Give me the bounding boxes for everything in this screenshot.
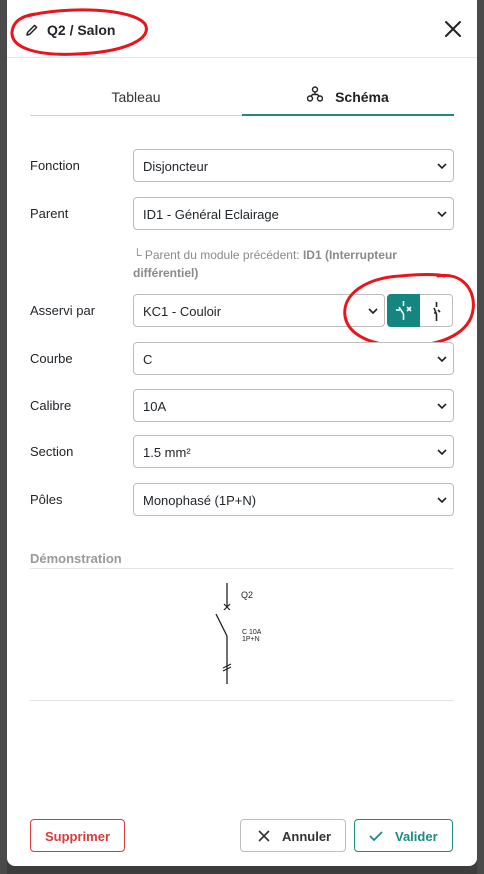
row-poles: Pôles Monophasé (1P+N): [30, 483, 454, 517]
hierarchy-icon: [307, 78, 324, 116]
modal-title: Q2 / Salon: [47, 22, 116, 38]
demo-divider-bottom: [30, 700, 454, 701]
row-courbe: Courbe C: [30, 342, 454, 376]
row-calibre: Calibre 10A: [30, 389, 454, 423]
diagram-name: Q2: [241, 590, 253, 600]
diagram-switch-blade: [215, 613, 228, 637]
close-icon: [258, 830, 270, 842]
switch-closed-icon: [433, 302, 441, 321]
check-icon: [369, 831, 383, 842]
calibre-value: 10A: [143, 399, 167, 414]
modal-header: Q2 / Salon: [7, 0, 477, 58]
module-edit-modal: Q2 / Salon Tableau Schéma Fonction Disjo…: [7, 0, 477, 866]
row-fonction: Fonction Disjoncteur: [30, 149, 454, 183]
row-parent: Parent ID1 - Général Eclairage: [30, 197, 454, 231]
tab-tableau-label: Tableau: [111, 89, 161, 105]
courbe-label: Courbe: [30, 351, 73, 366]
row-section: Section 1.5 mm²: [30, 435, 454, 469]
asservi-label: Asservi par: [30, 303, 96, 318]
delete-button[interactable]: Supprimer: [30, 819, 125, 852]
chevron-down-icon: [437, 163, 447, 170]
switch-open-button[interactable]: [387, 294, 420, 327]
poles-value: Monophasé (1P+N): [143, 493, 257, 508]
switch-mode-toggle: [387, 294, 454, 327]
pencil-icon: [25, 23, 39, 42]
backdrop-left: [0, 0, 7, 874]
switch-open-icon: [396, 301, 412, 320]
tab-schema[interactable]: Schéma: [242, 78, 454, 116]
tab-tableau[interactable]: Tableau: [30, 78, 242, 116]
chevron-down-icon: [437, 497, 447, 504]
delete-label: Supprimer: [44, 829, 110, 844]
poles-select[interactable]: Monophasé (1P+N): [133, 483, 454, 516]
diagram-rating-2: 1P+N: [242, 636, 260, 643]
cancel-label: Annuler: [282, 829, 332, 844]
parent-value: ID1 - Général Eclairage: [143, 207, 279, 222]
section-label: Section: [30, 444, 74, 459]
validate-label: Valider: [395, 829, 438, 844]
parent-hint: └ Parent du module précédent: ID1 (Inter…: [133, 246, 453, 282]
section-value: 1.5 mm²: [143, 445, 191, 460]
switch-closed-button[interactable]: [420, 294, 453, 327]
modal-footer: Supprimer Annuler Valider: [7, 800, 477, 866]
asservi-value: KC1 - Couloir: [143, 304, 222, 319]
fonction-value: Disjoncteur: [143, 159, 209, 174]
courbe-value: C: [143, 352, 153, 367]
asservi-select[interactable]: KC1 - Couloir: [133, 294, 385, 327]
fonction-label: Fonction: [30, 158, 80, 173]
parent-label: Parent: [30, 206, 69, 221]
chevron-down-icon: [368, 308, 378, 315]
calibre-select[interactable]: 10A: [133, 389, 454, 422]
demo-title: Démonstration: [30, 551, 122, 566]
close-icon[interactable]: [443, 19, 463, 39]
validate-button[interactable]: Valider: [354, 819, 453, 852]
breaker-diagram: Q2 C 10A 1P+N: [215, 583, 262, 684]
cancel-button[interactable]: Annuler: [240, 819, 346, 852]
fonction-select[interactable]: Disjoncteur: [133, 149, 454, 182]
chevron-down-icon: [437, 403, 447, 410]
backdrop-right: [477, 0, 484, 874]
parent-hint-prefix: └ Parent du module précédent:: [133, 248, 303, 262]
tab-bar: Tableau Schéma: [30, 78, 454, 118]
diagram-rating-1: C 10A: [242, 629, 262, 636]
tab-schema-label: Schéma: [335, 89, 389, 105]
section-select[interactable]: 1.5 mm²: [133, 435, 454, 468]
chevron-down-icon: [437, 449, 447, 456]
parent-select[interactable]: ID1 - Général Eclairage: [133, 197, 454, 230]
demo-divider-top: [30, 568, 454, 569]
chevron-down-icon: [437, 356, 447, 363]
courbe-select[interactable]: C: [133, 342, 454, 375]
chevron-down-icon: [437, 211, 447, 218]
calibre-label: Calibre: [30, 398, 72, 413]
poles-label: Pôles: [30, 492, 63, 507]
